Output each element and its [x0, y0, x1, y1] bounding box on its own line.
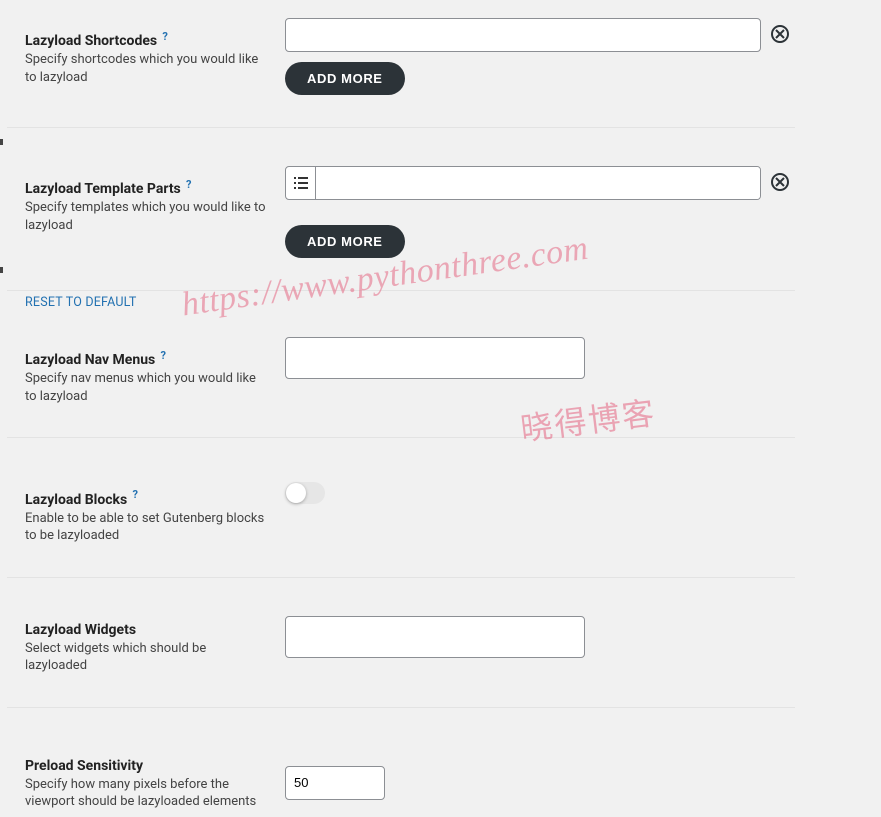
field-description: Specify shortcodes which you would like …	[25, 51, 267, 86]
label-column: Lazyload Shortcodes ? Specify shortcodes…	[25, 18, 285, 95]
shortcodes-input[interactable]	[285, 18, 761, 52]
template-parts-input-group	[285, 166, 761, 200]
field-column	[285, 337, 795, 405]
field-description: Specify how many pixels before the viewp…	[25, 776, 267, 811]
reset-to-default-link[interactable]: RESET TO DEFAULT	[25, 295, 137, 310]
row-lazyload-shortcodes: Lazyload Shortcodes ? Specify shortcodes…	[7, 0, 795, 128]
row-lazyload-blocks: Lazyload Blocks ? Enable to be able to s…	[7, 438, 795, 577]
field-description: Specify nav menus which you would like t…	[25, 370, 267, 405]
row-lazyload-nav-menus: RESET TO DEFAULT Lazyload Nav Menus ? Sp…	[7, 291, 795, 438]
field-title: Lazyload Template Parts	[25, 181, 181, 197]
list-icon[interactable]	[286, 167, 316, 199]
row-lazyload-template-parts: Lazyload Template Parts ? Specify templa…	[7, 128, 795, 291]
widgets-select[interactable]	[285, 616, 585, 658]
field-title: Lazyload Shortcodes	[25, 33, 157, 49]
remove-icon[interactable]	[771, 25, 789, 43]
field-title: Lazyload Blocks	[25, 492, 127, 508]
field-description: Enable to be able to set Gutenberg block…	[25, 510, 267, 545]
row-lazyload-widgets: Lazyload Widgets Select widgets which sh…	[7, 578, 795, 708]
label-column: Preload Sensitivity Specify how many pix…	[25, 746, 285, 811]
field-column	[285, 476, 795, 544]
field-column	[285, 746, 795, 811]
label-column: Lazyload Widgets Select widgets which sh…	[25, 616, 285, 675]
preload-sensitivity-input[interactable]	[285, 766, 385, 800]
field-description: Specify templates which you would like t…	[25, 199, 267, 234]
label-column: Lazyload Template Parts ? Specify templa…	[25, 166, 285, 258]
field-title: Preload Sensitivity	[25, 758, 143, 774]
add-more-button[interactable]: ADD MORE	[285, 225, 405, 258]
field-title: Lazyload Nav Menus	[25, 352, 155, 368]
edge-marker	[0, 267, 3, 273]
left-edge	[0, 0, 3, 730]
add-more-button[interactable]: ADD MORE	[285, 62, 405, 95]
toggle-knob	[286, 483, 306, 503]
field-title: Lazyload Widgets	[25, 622, 136, 638]
label-column: Lazyload Blocks ? Enable to be able to s…	[25, 476, 285, 544]
edge-marker	[0, 139, 3, 145]
field-column: ADD MORE	[285, 166, 795, 258]
field-description: Select widgets which should be lazyloade…	[25, 640, 267, 675]
help-icon[interactable]: ?	[132, 488, 137, 501]
help-icon[interactable]: ?	[160, 349, 165, 362]
blocks-toggle[interactable]	[285, 482, 325, 504]
field-column	[285, 616, 795, 675]
settings-panel: Lazyload Shortcodes ? Specify shortcodes…	[7, 0, 807, 817]
help-icon[interactable]: ?	[186, 178, 191, 191]
template-parts-input[interactable]	[316, 167, 760, 199]
field-column: ADD MORE	[285, 18, 795, 95]
label-column: Lazyload Nav Menus ? Specify nav menus w…	[25, 337, 285, 405]
help-icon[interactable]: ?	[162, 30, 167, 43]
nav-menus-select[interactable]	[285, 337, 585, 379]
row-preload-sensitivity: Preload Sensitivity Specify how many pix…	[7, 708, 795, 817]
remove-icon[interactable]	[771, 173, 789, 191]
